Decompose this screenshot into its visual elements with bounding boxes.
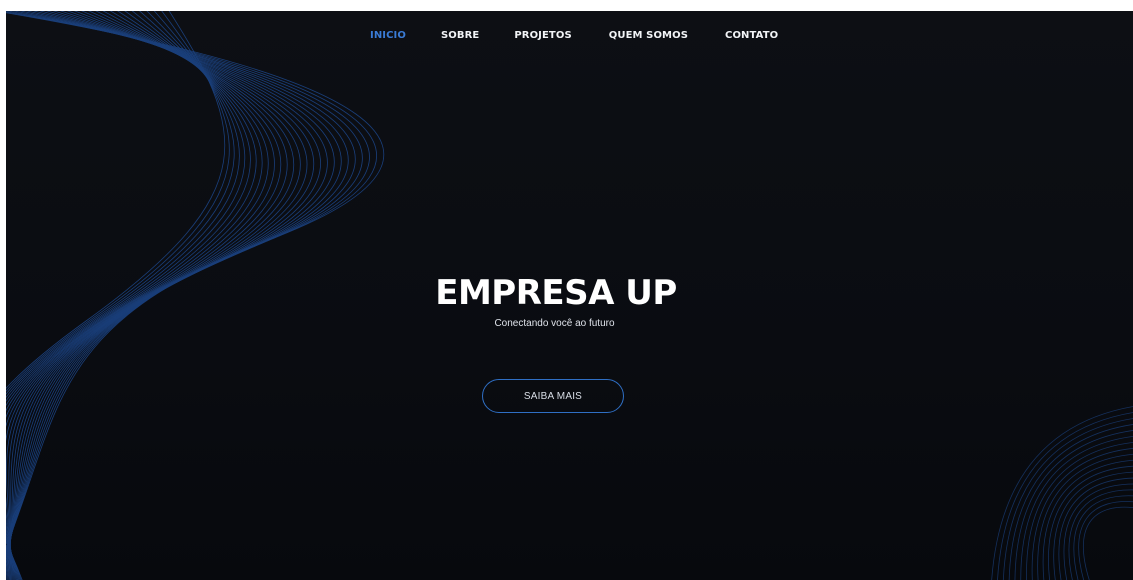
saiba-mais-button[interactable]: SAIBA MAIS — [482, 379, 624, 413]
hero-section: INICIO SOBRE PROJETOS QUEM SOMOS CONTATO… — [6, 11, 1133, 580]
wave-line — [1053, 471, 1133, 580]
wave-line — [991, 406, 1133, 580]
wave-line — [997, 412, 1133, 580]
wave-line — [1068, 489, 1133, 580]
nav-item-projetos[interactable]: PROJETOS — [514, 30, 571, 41]
hero-subtitle: Conectando você ao futuro — [494, 318, 615, 329]
main-nav: INICIO SOBRE PROJETOS QUEM SOMOS CONTATO — [370, 30, 778, 41]
wave-line — [1063, 483, 1133, 580]
hero-title: EMPRESA UP — [435, 273, 677, 313]
wave-line — [1003, 418, 1133, 580]
wave-line — [1073, 495, 1133, 580]
wave-line — [1037, 453, 1133, 580]
nav-item-contato[interactable]: CONTATO — [725, 30, 778, 41]
nav-item-quem-somos[interactable]: QUEM SOMOS — [609, 30, 688, 41]
wave-line — [1083, 506, 1133, 580]
wave-line — [1078, 501, 1133, 580]
nav-item-inicio[interactable]: INICIO — [370, 30, 406, 41]
nav-item-sobre[interactable]: SOBRE — [441, 30, 479, 41]
